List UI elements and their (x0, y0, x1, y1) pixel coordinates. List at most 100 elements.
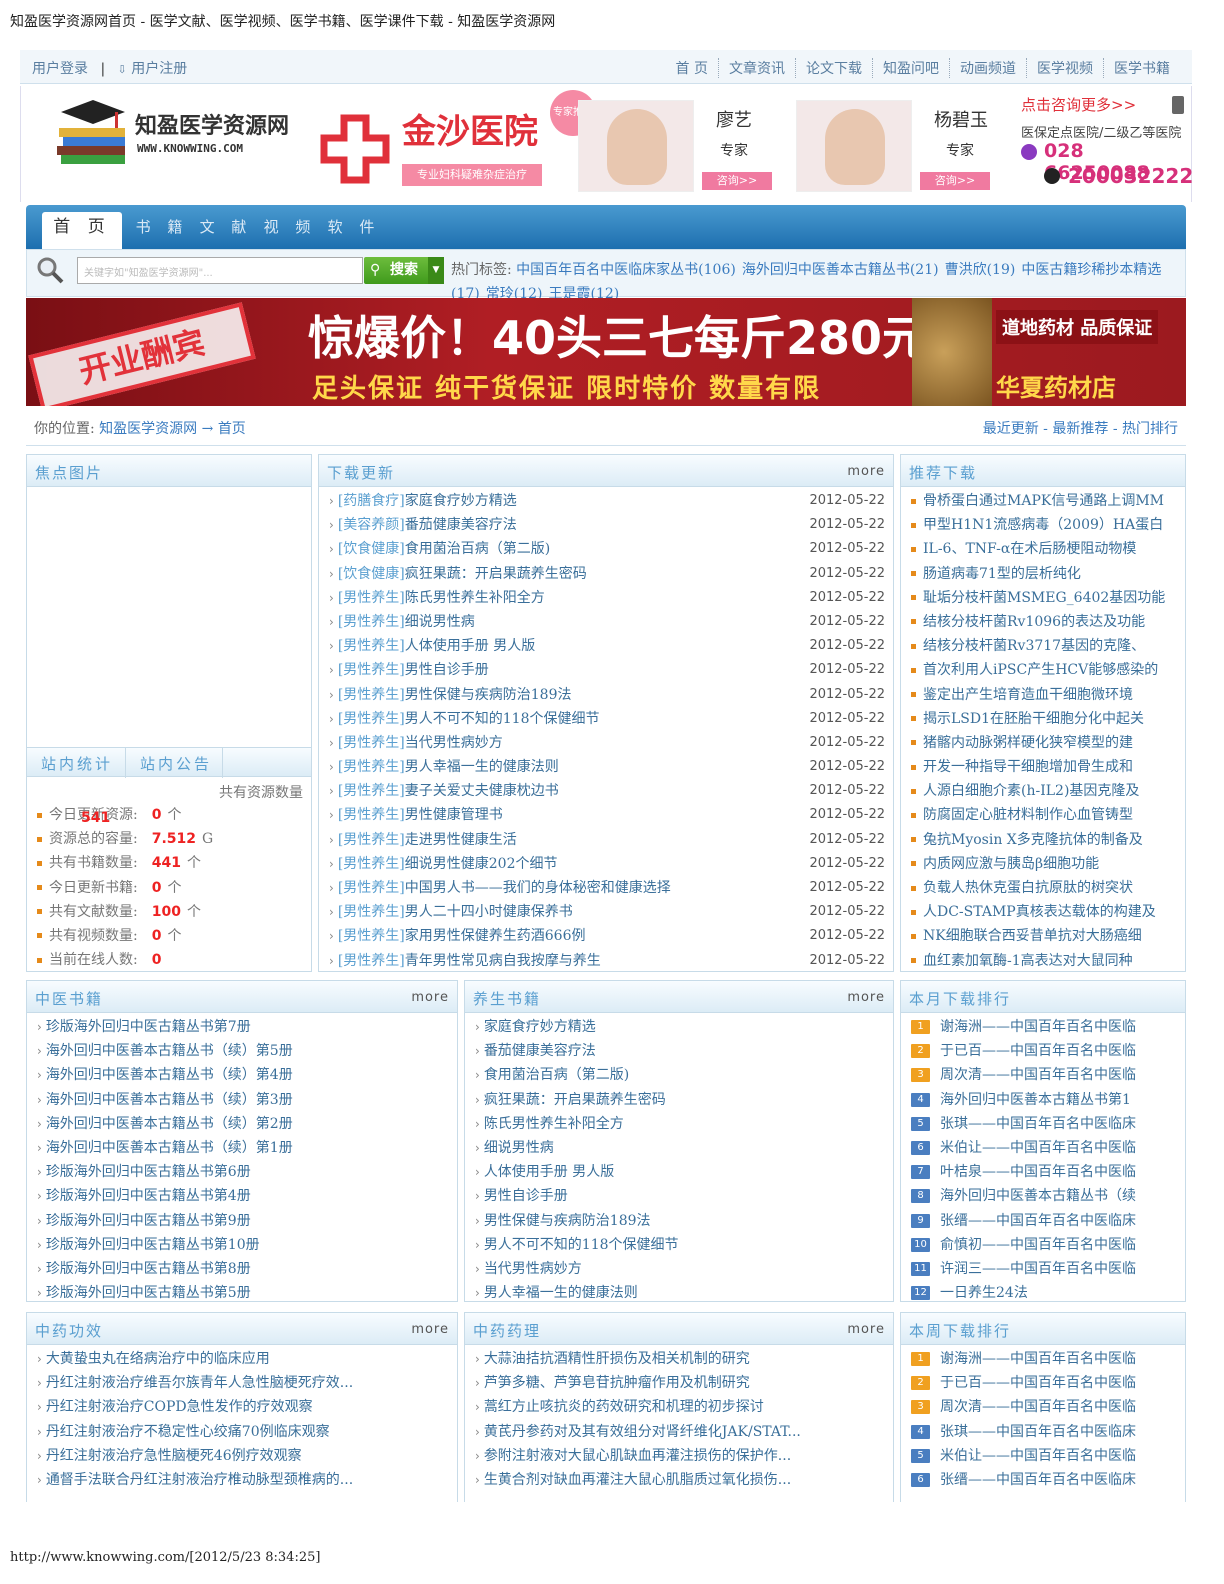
list-item[interactable]: › 珍版海外回归中医古籍丛书第10册 (37, 1233, 449, 1257)
list-item[interactable]: › 珍版海外回归中医古籍丛书第8册 (37, 1257, 449, 1281)
download-item[interactable]: › [男性养生]中国男人书——我们的身体秘密和健康选择 2012-05-22 (329, 876, 885, 900)
rank-link[interactable]: 于已百——中国百年百名中医临 (940, 1375, 1136, 1391)
download-item[interactable]: › [男性养生]细说男性健康202个细节 2012-05-22 (329, 852, 885, 876)
list-item-link[interactable]: 大黄蛰虫丸在络病治疗中的临床应用 (46, 1351, 270, 1367)
download-item[interactable]: › [男性养生]细说男性病 2012-05-22 (329, 610, 885, 634)
list-item-link[interactable]: 男性自诊手册 (484, 1188, 568, 1204)
recommend-item[interactable]: 人DC-STAMP真核表达载体的构建及 (911, 900, 1177, 924)
list-item[interactable]: › 食用菌治百病（第二版) (475, 1063, 885, 1087)
top-link[interactable]: 文章资讯 (718, 58, 795, 78)
rank-item[interactable]: 2 于已百——中国百年百名中医临 (911, 1371, 1177, 1395)
list-item-link[interactable]: 珍版海外回归中医古籍丛书第4册 (46, 1188, 251, 1204)
download-category[interactable]: [药膳食疗] (338, 493, 405, 509)
list-item-link[interactable]: 疯狂果蔬：开启果蔬养生密码 (484, 1092, 666, 1108)
rank-item[interactable]: 8 海外回归中医善本古籍丛书（续 (911, 1184, 1177, 1208)
rank-link[interactable]: 一日养生24法 (940, 1285, 1028, 1301)
download-title[interactable]: 细说男性健康202个细节 (405, 856, 558, 872)
recommend-link[interactable]: 兔抗Myosin Ⅹ多克隆抗体的制备及 (923, 832, 1143, 848)
recommend-link[interactable]: 甲型H1N1流感病毒（2009）HA蛋白 (923, 517, 1163, 533)
rank-link[interactable]: 海外回归中医善本古籍丛书（续 (940, 1188, 1136, 1204)
rank-link[interactable]: 米伯让——中国百年百名中医临 (940, 1448, 1136, 1464)
recommend-item[interactable]: 结核分枝杆菌Rv1096的表达及功能 (911, 610, 1177, 634)
list-item-link[interactable]: 珍版海外回归中医古籍丛书第5册 (46, 1285, 251, 1301)
rank-item[interactable]: 5 张琪——中国百年百名中医临床 (911, 1112, 1177, 1136)
list-item-link[interactable]: 陈氏男性养生补阳全方 (484, 1116, 624, 1132)
top-link[interactable]: 首 页 (666, 58, 718, 78)
breadcrumb-page[interactable]: 首页 (218, 421, 246, 437)
consult-more-link[interactable]: 点击咨询更多>> (1021, 94, 1136, 115)
list-item[interactable]: › 珍版海外回归中医古籍丛书第9册 (37, 1209, 449, 1233)
recommend-item[interactable]: 人源白细胞介素(h-IL2)基因克隆及 (911, 779, 1177, 803)
recommend-link[interactable]: 鉴定出产生培育造血干细胞微环境 (923, 687, 1133, 703)
rank-item[interactable]: 11 许润三——中国百年百名中医临 (911, 1257, 1177, 1281)
rank-link[interactable]: 谢海洲——中国百年百名中医临 (940, 1351, 1136, 1367)
list-item-link[interactable]: 生黄合剂对缺血再灌注大鼠心肌脂质过氧化损伤... (484, 1472, 791, 1488)
rank-link[interactable]: 俞慎初——中国百年百名中医临 (940, 1237, 1136, 1253)
download-item[interactable]: › [饮食健康]疯狂果蔬：开启果蔬养生密码 2012-05-22 (329, 562, 885, 586)
list-item-link[interactable]: 蒿红方止咳抗炎的药效研究和机理的初步探讨 (484, 1399, 764, 1415)
tab-literature[interactable]: 文 献 (198, 212, 254, 249)
rank-item[interactable]: 10 俞慎初——中国百年百名中医临 (911, 1233, 1177, 1257)
recommend-link[interactable]: IL-6、TNF-α在术后肠梗阻动物模 (923, 541, 1136, 557)
rank-link[interactable]: 周次清——中国百年百名中医临 (940, 1399, 1136, 1415)
search-button[interactable]: ⚲ 搜索 ▼ (364, 257, 444, 284)
list-item[interactable]: › 珍版海外回归中医古籍丛书第4册 (37, 1184, 449, 1208)
download-title[interactable]: 男人二十四小时健康保养书 (405, 904, 573, 920)
list-item[interactable]: › 海外回归中医善本古籍丛书（续）第3册 (37, 1088, 449, 1112)
recommend-link[interactable]: 猪髂内动脉粥样硬化狭窄模型的建 (923, 735, 1133, 751)
download-item[interactable]: › [男性养生]男性保健与疾病防治189法 2012-05-22 (329, 683, 885, 707)
list-item-link[interactable]: 丹红注射液治疗COPD急性发作的疗效观察 (46, 1399, 313, 1415)
list-item-link[interactable]: 黄芪丹参药对及其有效组分对肾纤维化JAK/STAT... (484, 1424, 801, 1440)
rank-item[interactable]: 4 张琪——中国百年百名中医临床 (911, 1420, 1177, 1444)
recommend-item[interactable]: 防腐固定心脏材料制作心血管铸型 (911, 803, 1177, 827)
search-input[interactable]: 关键字如"知盈医学资源网"... (77, 257, 363, 284)
download-item[interactable]: › [男性养生]男性自诊手册 2012-05-22 (329, 658, 885, 682)
download-title[interactable]: 食用菌治百病（第二版) (405, 541, 550, 557)
list-item[interactable]: › 黄芪丹参药对及其有效组分对肾纤维化JAK/STAT... (475, 1420, 885, 1444)
recommend-item[interactable]: 耻垢分枝杆菌MSMEG_6402基因功能 (911, 586, 1177, 610)
recommend-item[interactable]: 首次利用人iPSC产生HCV能够感染的 (911, 658, 1177, 682)
list-item-link[interactable]: 家庭食疗妙方精选 (484, 1019, 596, 1035)
rank-item[interactable]: 1 谢海洲——中国百年百名中医临 (911, 1347, 1177, 1371)
recommend-link[interactable]: 开发一种指导干细胞增加骨生成和 (923, 759, 1133, 775)
list-item[interactable]: › 珍版海外回归中医古籍丛书第5册 (37, 1281, 449, 1305)
list-item[interactable]: › 男人幸福一生的健康法则 (475, 1281, 885, 1305)
recommend-link[interactable]: 首次利用人iPSC产生HCV能够感染的 (923, 662, 1158, 678)
recommend-link[interactable]: 人DC-STAMP真核表达载体的构建及 (923, 904, 1156, 920)
focus-image-area[interactable] (27, 487, 311, 745)
list-item[interactable]: › 通督手法联合丹红注射液治疗椎动脉型颈椎病的... (37, 1468, 449, 1492)
recommend-item[interactable]: 鉴定出产生培育造血干细胞微环境 (911, 683, 1177, 707)
rank-item[interactable]: 6 米伯让——中国百年百名中医临 (911, 1136, 1177, 1160)
download-category[interactable]: [饮食健康] (338, 566, 405, 582)
download-title[interactable]: 妻子关爱丈夫健康枕边书 (405, 783, 559, 799)
recommend-item[interactable]: 开发一种指导干细胞增加骨生成和 (911, 755, 1177, 779)
tab-site-notice[interactable]: 站内公告 (125, 748, 223, 778)
list-item[interactable]: › 海外回归中医善本古籍丛书（续）第1册 (37, 1136, 449, 1160)
recommend-item[interactable]: 内质网应激与胰岛β细胞功能 (911, 852, 1177, 876)
list-item-link[interactable]: 珍版海外回归中医古籍丛书第6册 (46, 1164, 251, 1180)
download-category[interactable]: [美容养颜] (338, 517, 405, 533)
recommend-item[interactable]: 血红素加氧酶-1高表达对大鼠同种 (911, 949, 1177, 973)
list-item[interactable]: › 丹红注射液治疗不稳定性心绞痛70例临床观察 (37, 1420, 449, 1444)
recommend-item[interactable]: 骨桥蛋白通过MAPK信号通路上调MM (911, 489, 1177, 513)
download-title[interactable]: 家用男性保健养生药酒666例 (405, 928, 586, 944)
list-item-link[interactable]: 丹红注射液治疗维吾尔族青年人急性脑梗死疗效... (46, 1375, 353, 1391)
list-item-link[interactable]: 人体使用手册 男人版 (484, 1164, 614, 1180)
list-item-link[interactable]: 珍版海外回归中医古籍丛书第7册 (46, 1019, 251, 1035)
download-category[interactable]: [饮食健康] (338, 541, 405, 557)
download-category[interactable]: [男性养生] (338, 832, 405, 848)
download-category[interactable]: [男性养生] (338, 687, 405, 703)
download-item[interactable]: › [男性养生]男性健康管理书 2012-05-22 (329, 803, 885, 827)
download-item[interactable]: › [男性养生]走进男性健康生活 2012-05-22 (329, 828, 885, 852)
rank-link[interactable]: 海外回归中医善本古籍丛书第1 (940, 1092, 1131, 1108)
recommend-item[interactable]: 兔抗Myosin Ⅹ多克隆抗体的制备及 (911, 828, 1177, 852)
top-link[interactable]: 动画频道 (949, 58, 1026, 78)
recommend-link[interactable]: 骨桥蛋白通过MAPK信号通路上调MM (923, 493, 1164, 509)
download-title[interactable]: 家庭食疗妙方精选 (405, 493, 517, 509)
download-category[interactable]: [男性养生] (338, 711, 405, 727)
consult-button-1[interactable]: 咨询>> (702, 172, 772, 190)
list-item[interactable]: › 丹红注射液治疗维吾尔族青年人急性脑梗死疗效... (37, 1371, 449, 1395)
rank-link[interactable]: 于已百——中国百年百名中医临 (940, 1043, 1136, 1059)
login-link[interactable]: 用户登录 (32, 58, 88, 78)
download-item[interactable]: › [男性养生]家用男性保健养生药酒666例 2012-05-22 (329, 924, 885, 948)
